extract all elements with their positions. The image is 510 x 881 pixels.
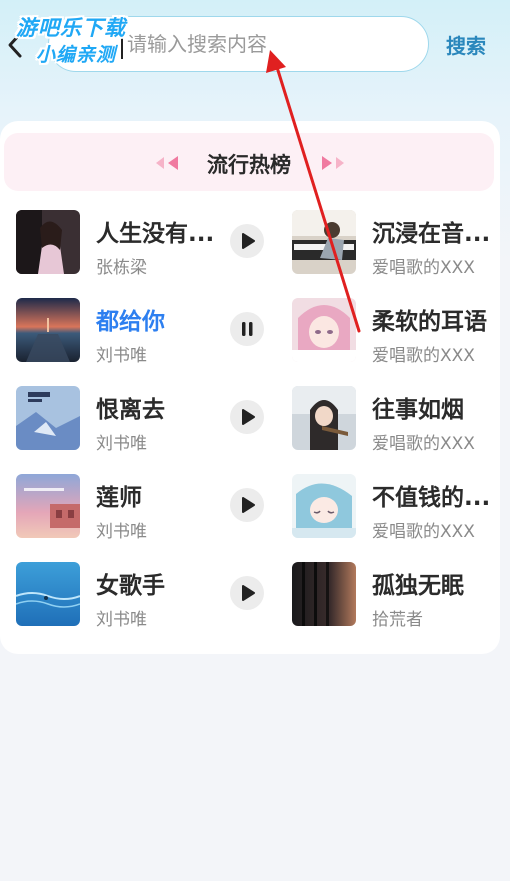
song-item[interactable]: 往事如烟 爱唱歌的XXX bbox=[292, 386, 497, 454]
song-title: 柔软的耳语 bbox=[372, 309, 487, 335]
song-title: 都给你 bbox=[96, 309, 165, 335]
watermark-logo: 游吧乐下载 小编亲测 bbox=[14, 8, 154, 68]
song-artist: 张栋梁 bbox=[96, 258, 147, 278]
pause-button[interactable] bbox=[230, 312, 264, 346]
song-item[interactable]: 莲师 刘书唯 bbox=[16, 474, 264, 542]
play-icon bbox=[242, 233, 255, 249]
song-artist: 爱唱歌的XXX bbox=[372, 346, 475, 366]
play-icon bbox=[242, 585, 255, 601]
search-input[interactable] bbox=[121, 17, 417, 71]
panel-title: 流行热榜 bbox=[207, 153, 291, 177]
song-title: 孤独无眠 bbox=[372, 573, 464, 599]
song-item[interactable]: 不值钱的... 爱唱歌的XXX bbox=[292, 474, 497, 542]
panel-header: 流行热榜 bbox=[4, 133, 494, 191]
song-artist: 拾荒者 bbox=[372, 610, 423, 630]
song-title: 恨离去 bbox=[96, 397, 165, 423]
album-cover bbox=[16, 474, 80, 538]
play-button[interactable] bbox=[230, 576, 264, 610]
song-artist: 爱唱歌的XXX bbox=[372, 434, 475, 454]
song-item[interactable]: 都给你 刘书唯 bbox=[16, 298, 264, 366]
play-button[interactable] bbox=[230, 224, 264, 258]
song-item[interactable]: 恨离去 刘书唯 bbox=[16, 386, 264, 454]
watermark-line-2: 小编亲测 bbox=[36, 44, 117, 66]
song-title: 莲师 bbox=[96, 485, 142, 511]
album-cover bbox=[292, 298, 356, 362]
search-button[interactable]: 搜索 bbox=[446, 30, 486, 59]
song-item[interactable]: 孤独无眠 拾荒者 bbox=[292, 562, 497, 630]
play-icon bbox=[242, 497, 255, 513]
song-title: 沉浸在音... bbox=[372, 221, 491, 247]
album-cover bbox=[16, 298, 80, 362]
song-artist: 刘书唯 bbox=[96, 346, 147, 366]
album-cover bbox=[292, 210, 356, 274]
play-icon bbox=[242, 409, 255, 425]
play-button[interactable] bbox=[230, 400, 264, 434]
song-item[interactable]: 女歌手 刘书唯 bbox=[16, 562, 264, 630]
song-item[interactable]: 人生没有... 张栋梁 bbox=[16, 210, 264, 278]
song-artist: 刘书唯 bbox=[96, 434, 147, 454]
watermark-line-1: 游吧乐下载 bbox=[16, 16, 126, 40]
song-title: 往事如烟 bbox=[372, 397, 464, 423]
album-cover bbox=[292, 562, 356, 626]
decoration-right-icon bbox=[322, 156, 344, 170]
song-title: 人生没有... bbox=[96, 221, 215, 247]
song-title: 不值钱的... bbox=[372, 485, 491, 511]
play-button[interactable] bbox=[230, 488, 264, 522]
song-item[interactable]: 沉浸在音... 爱唱歌的XXX bbox=[292, 210, 497, 278]
album-cover bbox=[292, 386, 356, 450]
song-artist: 爱唱歌的XXX bbox=[372, 258, 475, 278]
album-cover bbox=[292, 474, 356, 538]
pause-icon bbox=[242, 322, 253, 336]
hot-list-panel: 流行热榜 人生没有... 张栋梁 都给你 刘书唯 恨离去 刘书唯 莲师 刘书唯 … bbox=[0, 121, 500, 654]
song-title: 女歌手 bbox=[96, 573, 165, 599]
album-cover bbox=[16, 386, 80, 450]
song-artist: 爱唱歌的XXX bbox=[372, 522, 475, 542]
song-item[interactable]: 柔软的耳语 爱唱歌的XXX bbox=[292, 298, 497, 366]
song-artist: 刘书唯 bbox=[96, 522, 147, 542]
song-artist: 刘书唯 bbox=[96, 610, 147, 630]
album-cover bbox=[16, 562, 80, 626]
album-cover bbox=[16, 210, 80, 274]
